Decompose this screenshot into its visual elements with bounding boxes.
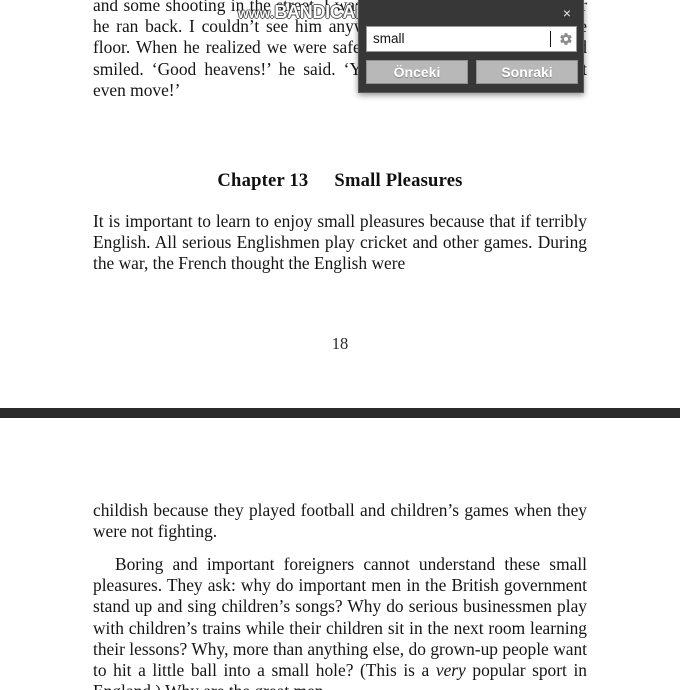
- chapter-title: Small Pleasures: [334, 170, 463, 191]
- document-page-two: childish because they played football an…: [0, 418, 680, 690]
- page-one-body-paragraph: It is important to learn to enjoy small …: [93, 211, 587, 274]
- find-dialog-titlebar[interactable]: ×: [359, 0, 583, 25]
- page-separator: [0, 408, 680, 418]
- document-reader[interactable]: and some shooting in the street. I was f…: [0, 0, 680, 690]
- page-two-paragraph-one: childish because they played football an…: [93, 500, 587, 542]
- search-input[interactable]: [367, 28, 552, 50]
- page-number-18: 18: [331, 334, 349, 353]
- page-two-italic-word: very: [435, 660, 466, 681]
- search-field-container[interactable]: [366, 26, 577, 52]
- find-dialog[interactable]: × Önceki Sonraki: [358, 0, 584, 93]
- chapter-heading: Chapter 13 Small Pleasures: [93, 170, 587, 192]
- page-two-paragraph-two: Boring and important foreigners cannot u…: [93, 554, 587, 690]
- find-dialog-buttons: Önceki Sonraki: [366, 60, 578, 84]
- next-button[interactable]: Sonraki: [476, 60, 578, 84]
- text-cursor: [550, 31, 551, 47]
- chapter-label: Chapter 13: [217, 170, 309, 191]
- previous-button[interactable]: Önceki: [366, 60, 468, 84]
- close-icon[interactable]: ×: [554, 2, 580, 23]
- gear-icon[interactable]: [555, 28, 577, 50]
